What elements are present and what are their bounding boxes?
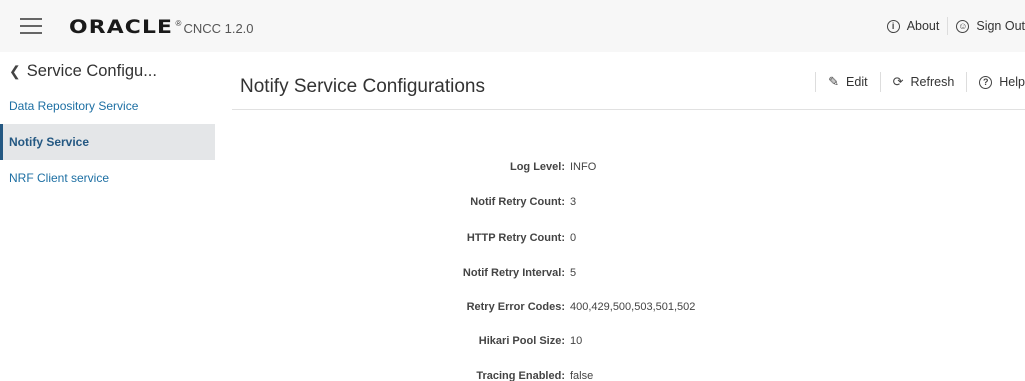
brand: ORACLE ® CNCC 1.2.0 (69, 16, 254, 38)
hamburger-menu-icon[interactable] (20, 18, 42, 34)
refresh-label: Refresh (910, 75, 955, 89)
field-value: 3 (570, 196, 577, 208)
sidebar-item-nrf-client-service[interactable]: NRF Client service (0, 160, 215, 196)
main-content: Notify Service Configurations ✎ Edit ⟳ R… (215, 52, 1025, 381)
registered-mark: ® (175, 19, 182, 28)
field-label: Notif Retry Interval: (462, 267, 565, 279)
sidebar: ❮ Service Configu... Data Repository Ser… (0, 52, 215, 381)
sidebar-item-label: NRF Client service (9, 171, 110, 185)
user-icon: ☺ (956, 19, 970, 33)
field-label: Hikari Pool Size: (478, 335, 565, 347)
sign-out-label: Sign Out (976, 19, 1025, 33)
header-actions: i About ☺ Sign Out (886, 17, 1025, 35)
about-label: About (906, 19, 940, 33)
sidebar-back-link[interactable]: ❮ Service Configu... (9, 62, 157, 81)
chevron-left-icon: ❮ (9, 63, 21, 79)
field-http-retry-count: HTTP Retry Count: 0 (215, 232, 1025, 252)
product-version: CNCC 1.2.0 (183, 21, 254, 36)
field-label: HTTP Retry Count: (466, 232, 565, 244)
field-notif-retry-interval: Notif Retry Interval: 5 (215, 267, 1025, 287)
sidebar-item-notify-service[interactable]: Notify Service (0, 124, 215, 160)
refresh-icon: ⟳ (892, 74, 904, 89)
sidebar-back-label: Service Configu... (26, 62, 157, 80)
field-label: Log Level: (509, 161, 565, 173)
field-value: INFO (570, 161, 597, 173)
refresh-button[interactable]: ⟳ Refresh (881, 72, 967, 92)
field-hikari-pool-size: Hikari Pool Size: 10 (215, 335, 1025, 355)
help-label: Help (999, 75, 1025, 89)
app-header: ORACLE ® CNCC 1.2.0 i About ☺ Sign Out (0, 0, 1025, 52)
edit-label: Edit (846, 75, 868, 89)
sidebar-item-label: Data Repository Service (9, 99, 139, 113)
sidebar-item-label: Notify Service (9, 135, 90, 149)
page-title: Notify Service Configurations (240, 76, 485, 97)
toolbar: ✎ Edit ⟳ Refresh ? Help (815, 72, 1025, 92)
header-divider (947, 17, 949, 35)
sign-out-button[interactable]: ☺ Sign Out (956, 19, 1025, 33)
field-value: 10 (570, 335, 583, 347)
sidebar-item-data-repository-service[interactable]: Data Repository Service (0, 88, 215, 124)
title-divider (232, 109, 1025, 110)
help-button[interactable]: ? Help (967, 72, 1025, 92)
field-label: Tracing Enabled: (476, 370, 565, 381)
oracle-logo: ORACLE (69, 16, 174, 38)
help-icon: ? (979, 75, 993, 89)
field-retry-error-codes: Retry Error Codes: 400,429,500,503,501,5… (215, 301, 1025, 321)
info-icon: i (886, 19, 900, 33)
pencil-icon: ✎ (828, 74, 840, 89)
field-value: 5 (570, 267, 577, 279)
field-value: false (570, 370, 594, 381)
field-notif-retry-count: Notif Retry Count: 3 (215, 196, 1025, 216)
about-button[interactable]: i About (886, 19, 940, 33)
field-label: Retry Error Codes: (466, 301, 565, 313)
edit-button[interactable]: ✎ Edit (816, 72, 879, 92)
field-tracing-enabled: Tracing Enabled: false (215, 370, 1025, 381)
field-value: 400,429,500,503,501,502 (570, 301, 696, 313)
field-value: 0 (570, 232, 577, 244)
field-log-level: Log Level: INFO (215, 161, 1025, 181)
field-label: Notif Retry Count: (470, 196, 565, 208)
